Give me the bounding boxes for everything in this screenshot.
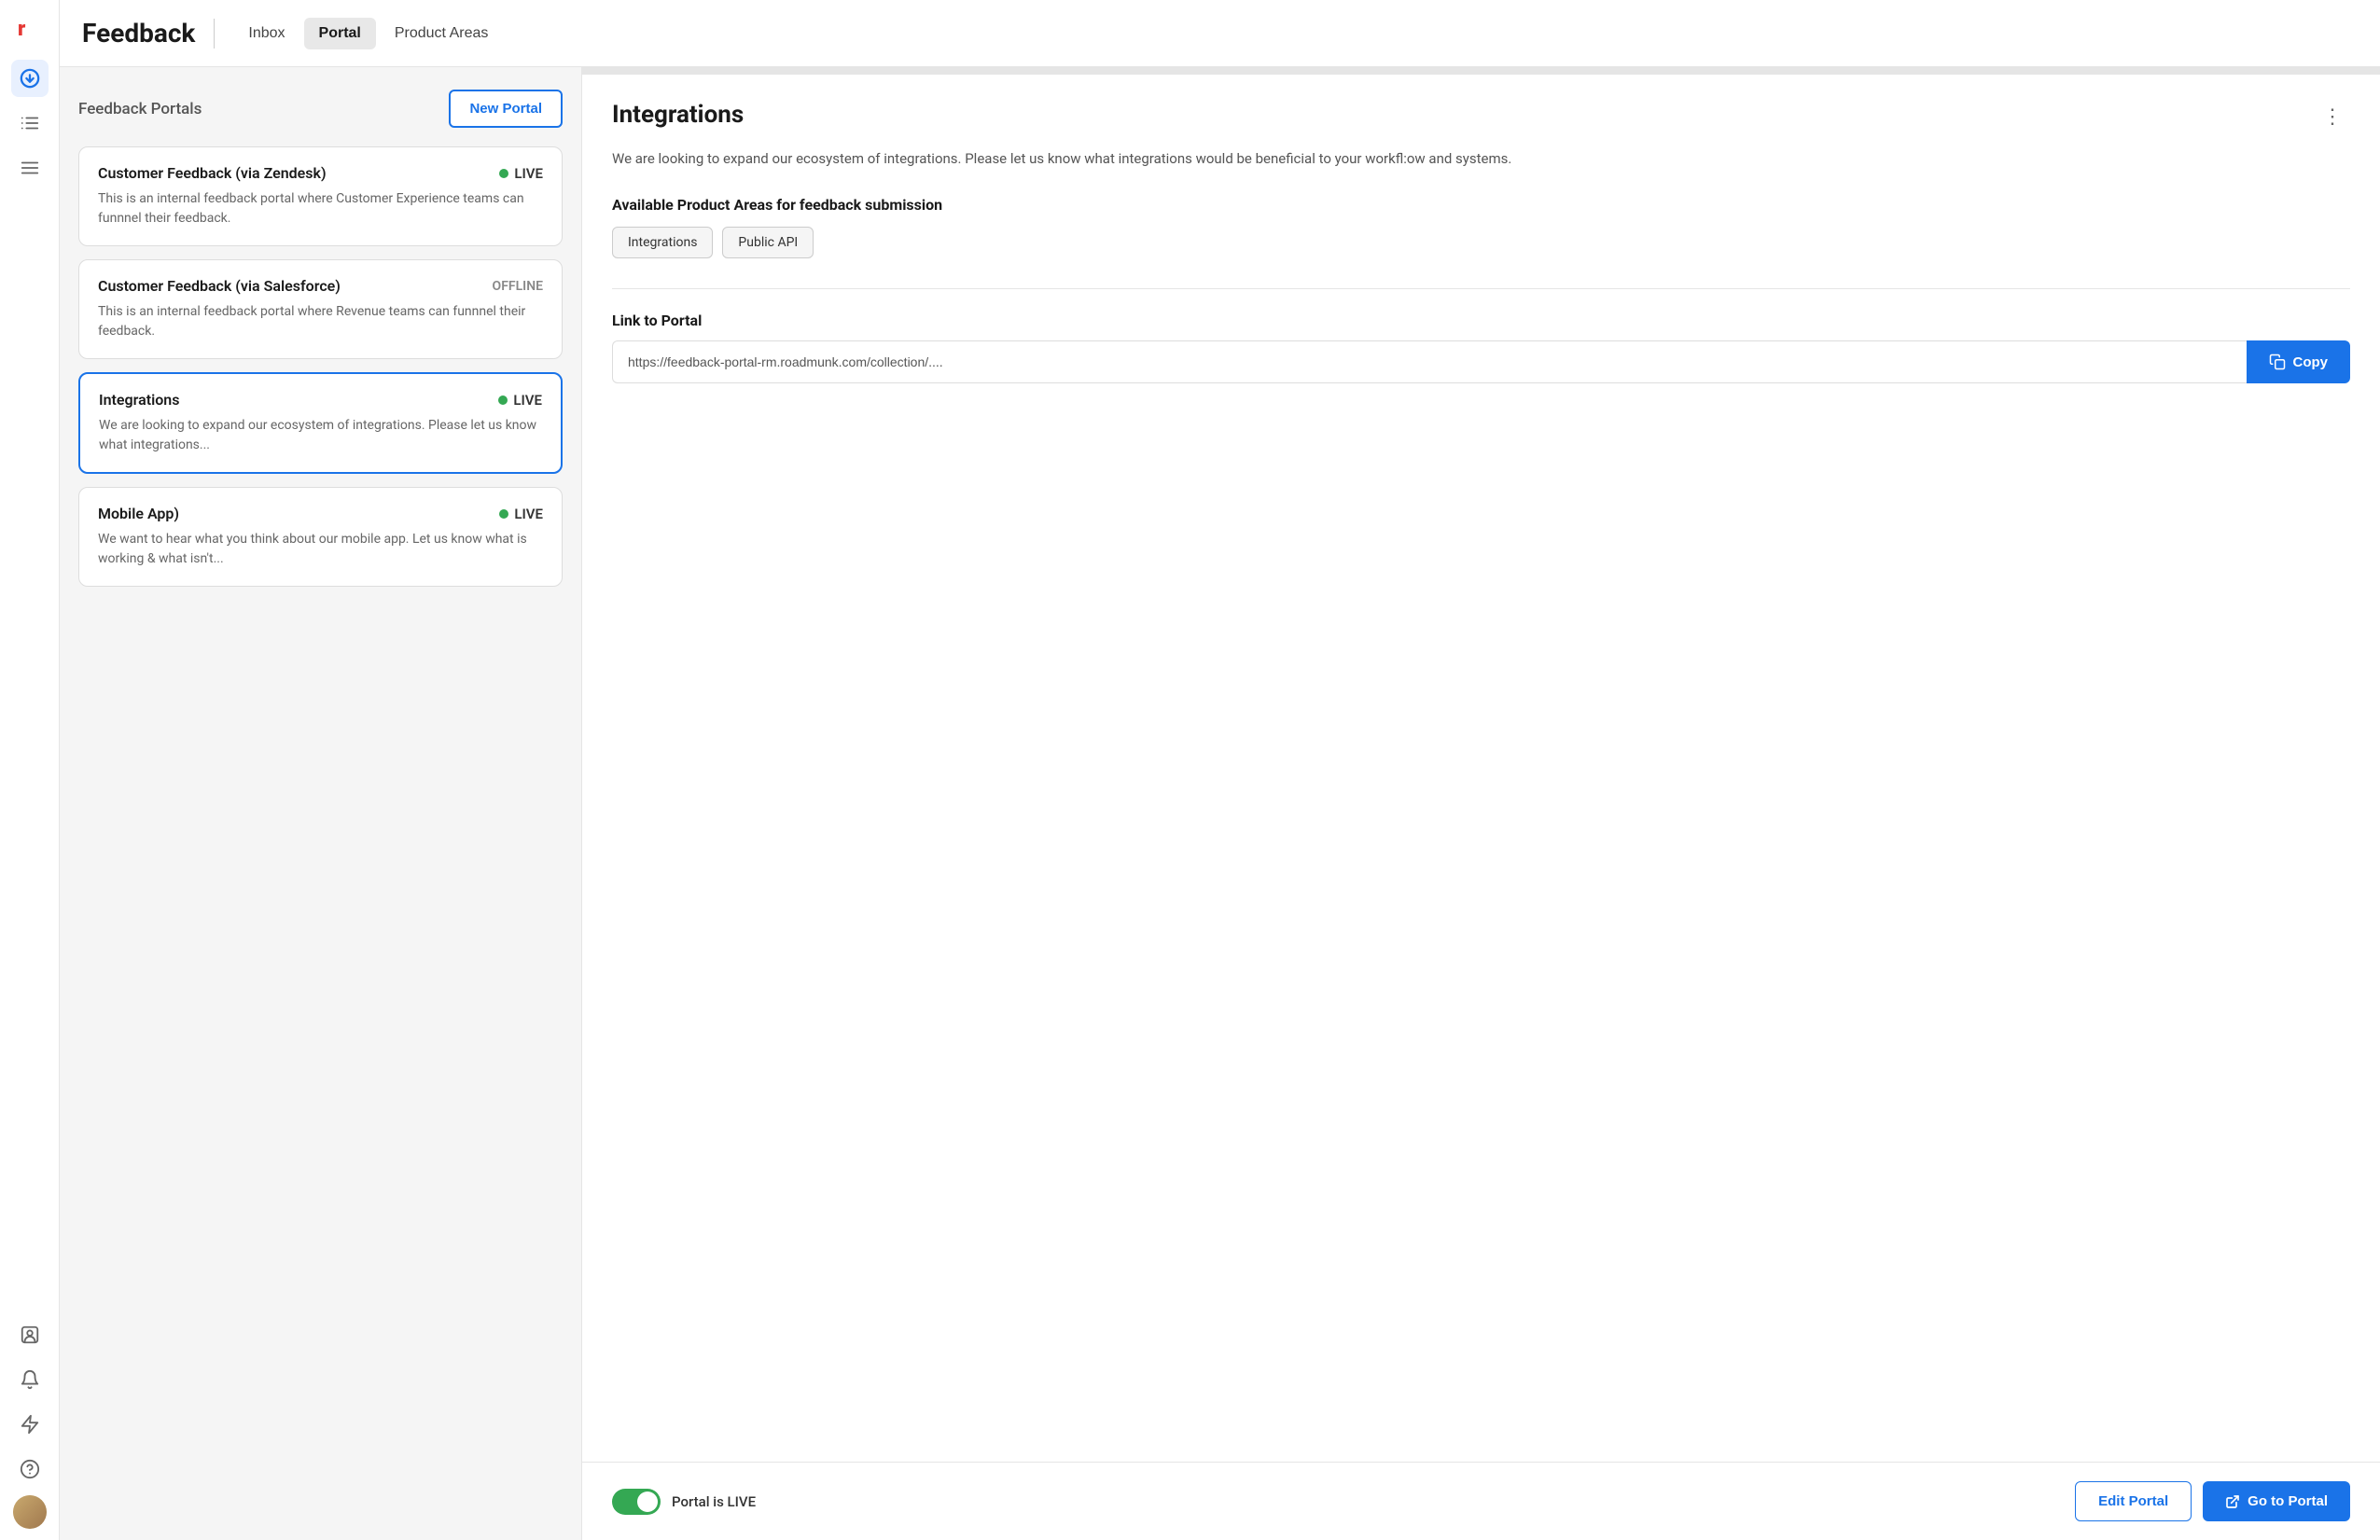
link-section-title: Link to Portal (612, 312, 2350, 329)
main-area: Feedback Inbox Portal Product Areas Feed… (60, 0, 2380, 1540)
page-title: Feedback (82, 18, 195, 49)
person-icon[interactable] (11, 1316, 49, 1353)
tab-product-areas[interactable]: Product Areas (380, 18, 504, 49)
app-logo[interactable]: r (13, 11, 47, 45)
product-area-tag-integrations: Integrations (612, 227, 713, 258)
tab-portal[interactable]: Portal (304, 18, 376, 49)
portal-card-integrations[interactable]: Integrations LIVE We are looking to expa… (78, 372, 563, 474)
bell-icon[interactable] (11, 1361, 49, 1398)
detail-description: We are looking to expand our ecosystem o… (612, 147, 2350, 170)
status-dot-live (499, 169, 508, 178)
portal-card-header: Integrations LIVE (99, 391, 542, 409)
portal-description: We are looking to expand our ecosystem o… (99, 416, 542, 455)
status-dot-live (498, 395, 508, 405)
portal-name: Customer Feedback (via Zendesk) (98, 164, 327, 182)
nav-tabs: Inbox Portal Product Areas (233, 18, 503, 49)
detail-top-bar (582, 67, 2380, 75)
portal-list-title: Feedback Portals (78, 100, 202, 118)
detail-content: Integrations ⋮ We are looking to expand … (582, 75, 2380, 1462)
portal-name: Integrations (99, 391, 179, 409)
tab-inbox[interactable]: Inbox (233, 18, 299, 49)
portal-name: Customer Feedback (via Salesforce) (98, 277, 341, 295)
detail-header: Integrations ⋮ (612, 101, 2350, 132)
header-divider (214, 19, 215, 49)
help-icon[interactable] (11, 1450, 49, 1488)
portal-description: This is an internal feedback portal wher… (98, 189, 543, 229)
detail-title: Integrations (612, 101, 744, 129)
download-icon[interactable] (11, 60, 49, 97)
portal-status-salesforce: OFFLINE (493, 279, 543, 294)
portal-status-zendesk: LIVE (499, 165, 543, 182)
avatar[interactable] (13, 1495, 47, 1529)
detail-footer: Portal is LIVE Edit Portal Go to Portal (582, 1462, 2380, 1540)
portal-status-mobile: LIVE (499, 506, 543, 522)
header: Feedback Inbox Portal Product Areas (60, 0, 2380, 67)
portal-list-header: Feedback Portals New Portal (78, 90, 563, 128)
edit-portal-button[interactable]: Edit Portal (2075, 1481, 2192, 1521)
portal-card-header: Mobile App) LIVE (98, 505, 543, 522)
status-text: LIVE (514, 506, 543, 522)
product-area-tag-public-api: Public API (722, 227, 814, 258)
link-row: Copy (612, 340, 2350, 383)
link-section: Link to Portal Copy (612, 288, 2350, 383)
portal-link-input[interactable] (612, 340, 2247, 383)
toggle-knob (637, 1491, 658, 1512)
copy-button[interactable]: Copy (2247, 340, 2351, 383)
status-text: LIVE (514, 165, 543, 182)
portal-status-integrations: LIVE (498, 392, 542, 409)
detail-menu-button[interactable]: ⋮ (2315, 101, 2350, 132)
sidebar: r (0, 0, 60, 1540)
go-to-portal-label: Go to Portal (2248, 1493, 2328, 1509)
external-link-icon (2225, 1494, 2240, 1509)
portal-card-zendesk[interactable]: Customer Feedback (via Zendesk) LIVE Thi… (78, 146, 563, 246)
content-area: Feedback Portals New Portal Customer Fee… (60, 67, 2380, 1540)
portal-card-mobile[interactable]: Mobile App) LIVE We want to hear what yo… (78, 487, 563, 587)
list-icon[interactable] (11, 104, 49, 142)
grid-icon[interactable] (11, 149, 49, 187)
copy-label: Copy (2293, 354, 2329, 370)
go-to-portal-button[interactable]: Go to Portal (2203, 1481, 2350, 1521)
status-dot-live (499, 509, 508, 519)
copy-icon (2269, 354, 2286, 370)
live-toggle-label: Portal is LIVE (672, 1493, 756, 1510)
portal-card-header: Customer Feedback (via Salesforce) OFFLI… (98, 277, 543, 295)
detail-panel: Integrations ⋮ We are looking to expand … (582, 67, 2380, 1540)
portal-name: Mobile App) (98, 505, 179, 522)
footer-buttons: Edit Portal Go to Portal (2075, 1481, 2350, 1521)
portal-card-salesforce[interactable]: Customer Feedback (via Salesforce) OFFLI… (78, 259, 563, 359)
live-toggle-row: Portal is LIVE (612, 1489, 756, 1515)
status-text: OFFLINE (493, 279, 543, 294)
lightning-icon[interactable] (11, 1406, 49, 1443)
portal-list-panel: Feedback Portals New Portal Customer Fee… (60, 67, 582, 1540)
status-text: LIVE (513, 392, 542, 409)
new-portal-button[interactable]: New Portal (449, 90, 563, 128)
product-areas-tags: Integrations Public API (612, 227, 2350, 258)
svg-text:r: r (18, 18, 26, 41)
portal-description: We want to hear what you think about our… (98, 530, 543, 569)
portal-card-header: Customer Feedback (via Zendesk) LIVE (98, 164, 543, 182)
live-toggle[interactable] (612, 1489, 661, 1515)
product-areas-section-title: Available Product Areas for feedback sub… (612, 196, 2350, 214)
portal-description: This is an internal feedback portal wher… (98, 302, 543, 341)
